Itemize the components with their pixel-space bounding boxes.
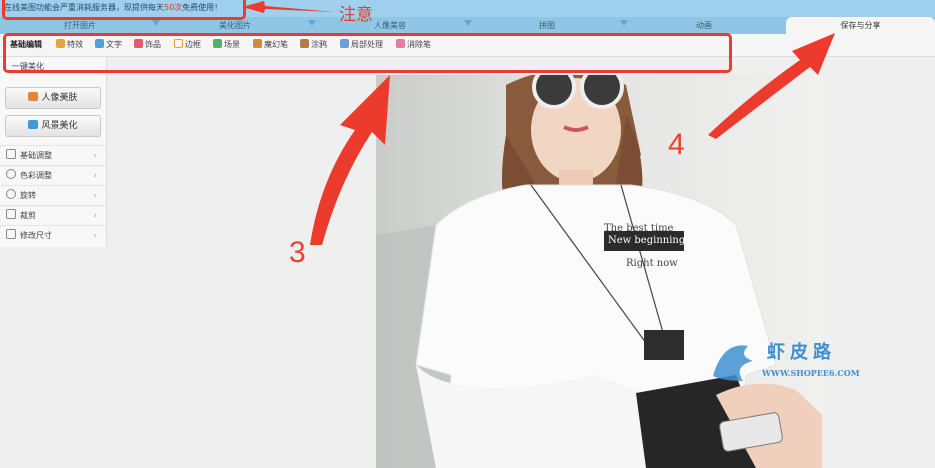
resize-icon — [6, 229, 16, 239]
sidebar-item-label: 修改尺寸 — [20, 231, 52, 240]
portrait-icon — [28, 92, 39, 101]
pendant-shape — [644, 330, 684, 360]
sidebar-item-resize[interactable]: 修改尺寸 › — [0, 225, 106, 246]
chevron-right-icon: › — [93, 211, 97, 221]
crop-icon — [6, 209, 16, 219]
chevron-right-icon: › — [93, 191, 97, 201]
button-label: 人像美肤 — [41, 93, 78, 103]
sunglasses-left-lens — [532, 75, 576, 109]
notice-annotation-label: 注意 — [339, 5, 373, 25]
annotation-number-4: 4 — [668, 128, 685, 161]
annotation-number-3: 3 — [289, 236, 306, 269]
arrow-up-right-icon — [708, 33, 835, 139]
shirt-print-line2: New beginning — [608, 235, 686, 246]
chevron-right-icon: › — [93, 231, 97, 241]
sidebar-item-basic-adjust[interactable]: 基础调整 › — [0, 145, 106, 166]
portrait-beautify-button[interactable]: 人像美肤 — [5, 87, 101, 109]
nav-separator-icon — [620, 20, 628, 26]
rotate-icon — [6, 189, 16, 199]
chevron-right-icon: › — [93, 151, 97, 161]
arrow-up-right-icon — [310, 75, 390, 245]
sidebar-item-rotate[interactable]: 旋转 › — [0, 185, 106, 206]
notice-highlight-box — [2, 0, 246, 20]
sidebar-item-label: 基础调整 — [20, 151, 52, 160]
landscape-beautify-button[interactable]: 风景美化 — [5, 115, 101, 137]
arrow-left-icon — [242, 1, 335, 13]
shirt-print-line1: The best time — [604, 223, 674, 234]
toolbar-highlight-box — [3, 33, 732, 73]
sunglasses-right-lens — [580, 75, 624, 109]
palette-icon — [6, 169, 16, 179]
watermark-text: 虾皮路 — [767, 342, 836, 363]
chevron-right-icon: › — [93, 171, 97, 181]
shirt-print-line3: Right now — [626, 258, 678, 269]
button-label: 风景美化 — [41, 121, 78, 131]
landscape-icon — [28, 120, 39, 129]
nav-separator-icon — [464, 20, 472, 26]
nav-separator-icon — [152, 20, 160, 26]
sidebar-item-label: 裁剪 — [20, 211, 36, 220]
watermark-url: WWW.SHOPEE6.COM — [762, 368, 860, 378]
sidebar-item-color-adjust[interactable]: 色彩调整 › — [0, 165, 106, 186]
tab-collage[interactable]: 拼图 — [507, 17, 587, 34]
nav-separator-icon — [308, 20, 316, 26]
sliders-icon — [6, 149, 16, 159]
sidebar-item-label: 色彩调整 — [20, 171, 52, 180]
sidebar-item-crop[interactable]: 裁剪 › — [0, 205, 106, 226]
sidebar-item-label: 旋转 — [20, 191, 36, 200]
